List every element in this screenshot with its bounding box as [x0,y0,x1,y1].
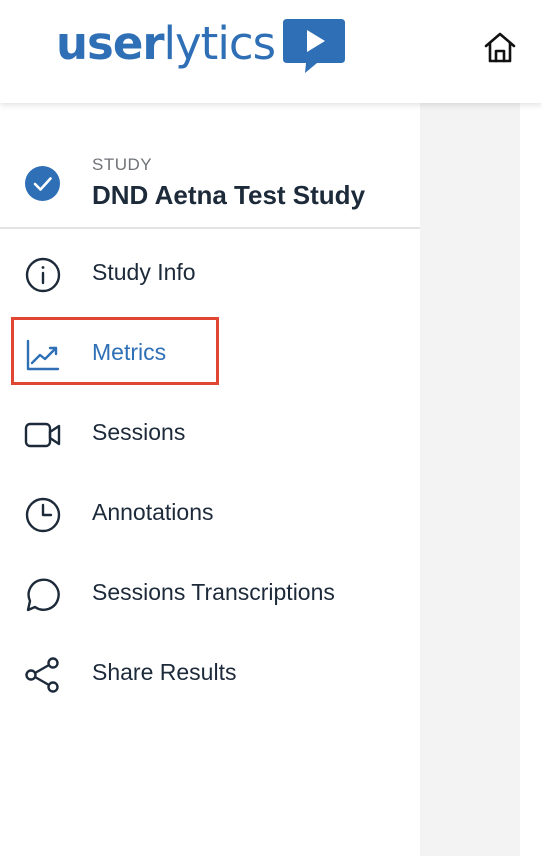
content-edge [520,103,542,856]
sidebar-item-study-info[interactable]: Study Info [0,244,420,304]
sidebar-item-metrics[interactable]: Metrics [0,324,420,384]
sidebar-item-annotations[interactable]: Annotations [0,484,420,544]
sidebar-item-label: Annotations [92,499,214,525]
study-header: STUDY DND Aetna Test Study [0,103,420,229]
sidebar: STUDY DND Aetna Test Study Study Info Me… [0,103,420,856]
sidebar-item-label: Sessions Transcriptions [92,579,335,605]
logo-text: userlytics [56,14,276,74]
trending-chart-icon [24,336,62,374]
study-name: DND Aetna Test Study [92,180,366,210]
sidebar-item-share-results[interactable]: Share Results [0,644,420,704]
chat-bubble-icon [24,576,62,614]
logo-text-bold: user [56,17,165,70]
sidebar-item-sessions-transcriptions[interactable]: Sessions Transcriptions [0,564,420,624]
sidebar-item-sessions[interactable]: Sessions [0,404,420,464]
sidebar-item-label: Sessions [92,419,186,445]
sidebar-item-label: Study Info [92,259,196,285]
home-icon [484,32,516,63]
check-circle-icon [25,166,60,201]
sidebar-item-label: Metrics [92,339,167,365]
clock-icon [24,496,62,534]
top-header: userlytics [0,0,542,103]
sidebar-item-label: Share Results [92,659,237,685]
study-label: STUDY [92,155,153,174]
video-camera-icon [24,416,62,454]
userlytics-logo[interactable]: userlytics [56,14,346,74]
play-bubble-icon [283,19,346,73]
content-panel [420,103,520,856]
logo-text-light: lytics [163,17,276,70]
share-icon [24,656,62,694]
info-icon [24,256,62,294]
home-button[interactable] [481,28,519,66]
